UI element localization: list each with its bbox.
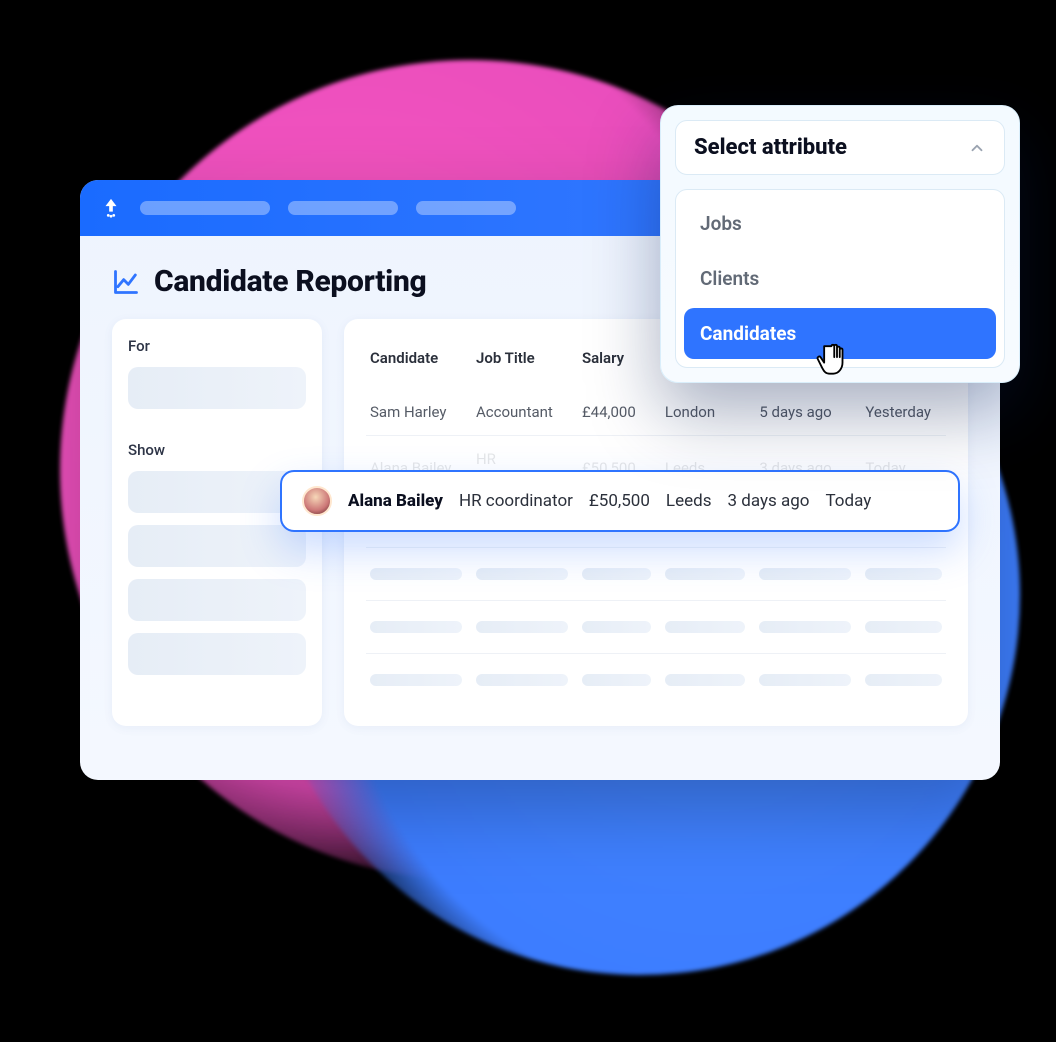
table-row-skeleton bbox=[366, 601, 946, 654]
attribute-option-clients[interactable]: Clients bbox=[684, 253, 996, 304]
attribute-select-label: Select attribute bbox=[694, 135, 847, 160]
highlight-added: 3 days ago bbox=[727, 491, 809, 511]
filter-show-label: Show bbox=[128, 441, 306, 459]
highlight-candidate: Alana Bailey bbox=[348, 491, 443, 511]
cell-updated: Yesterday bbox=[865, 403, 942, 421]
titlebar-placeholder bbox=[416, 201, 516, 215]
avatar bbox=[302, 486, 332, 516]
filter-for-label: For bbox=[128, 337, 306, 355]
col-candidate: Candidate bbox=[370, 349, 462, 367]
cell-salary: £44,000 bbox=[582, 403, 651, 421]
app-logo-icon bbox=[100, 197, 122, 219]
highlight-updated: Today bbox=[825, 491, 871, 511]
filter-show-input[interactable] bbox=[128, 525, 306, 567]
col-salary: Salary bbox=[582, 349, 651, 367]
table-row-skeleton bbox=[366, 654, 946, 706]
cell-added: 5 days ago bbox=[759, 403, 851, 421]
cell-candidate: Sam Harley bbox=[370, 403, 462, 421]
table-row[interactable]: Sam Harley Accountant £44,000 London 5 d… bbox=[366, 389, 946, 436]
cell-location: London bbox=[665, 403, 745, 421]
highlight-job-title: HR coordinator bbox=[459, 491, 573, 511]
chart-line-icon bbox=[112, 268, 140, 296]
attribute-select-header[interactable]: Select attribute bbox=[675, 120, 1005, 175]
attribute-option-jobs[interactable]: Jobs bbox=[684, 198, 996, 249]
highlighted-row[interactable]: Alana Bailey HR coordinator £50,500 Leed… bbox=[280, 470, 960, 532]
cell-job-title: Accountant bbox=[476, 403, 568, 421]
titlebar-placeholder bbox=[140, 201, 270, 215]
filter-show-input[interactable] bbox=[128, 579, 306, 621]
chevron-up-icon bbox=[968, 139, 986, 157]
attribute-popover: Select attribute Jobs Clients Candidates bbox=[660, 105, 1020, 383]
page-title: Candidate Reporting bbox=[154, 264, 426, 299]
table-row-skeleton bbox=[366, 548, 946, 601]
attribute-options-list: Jobs Clients Candidates bbox=[675, 189, 1005, 368]
attribute-option-candidates[interactable]: Candidates bbox=[684, 308, 996, 359]
col-job-title: Job Title bbox=[476, 349, 568, 367]
highlight-location: Leeds bbox=[666, 491, 712, 511]
filter-show-input[interactable] bbox=[128, 633, 306, 675]
titlebar-placeholder bbox=[288, 201, 398, 215]
filter-for-input[interactable] bbox=[128, 367, 306, 409]
highlight-salary: £50,500 bbox=[589, 491, 650, 511]
